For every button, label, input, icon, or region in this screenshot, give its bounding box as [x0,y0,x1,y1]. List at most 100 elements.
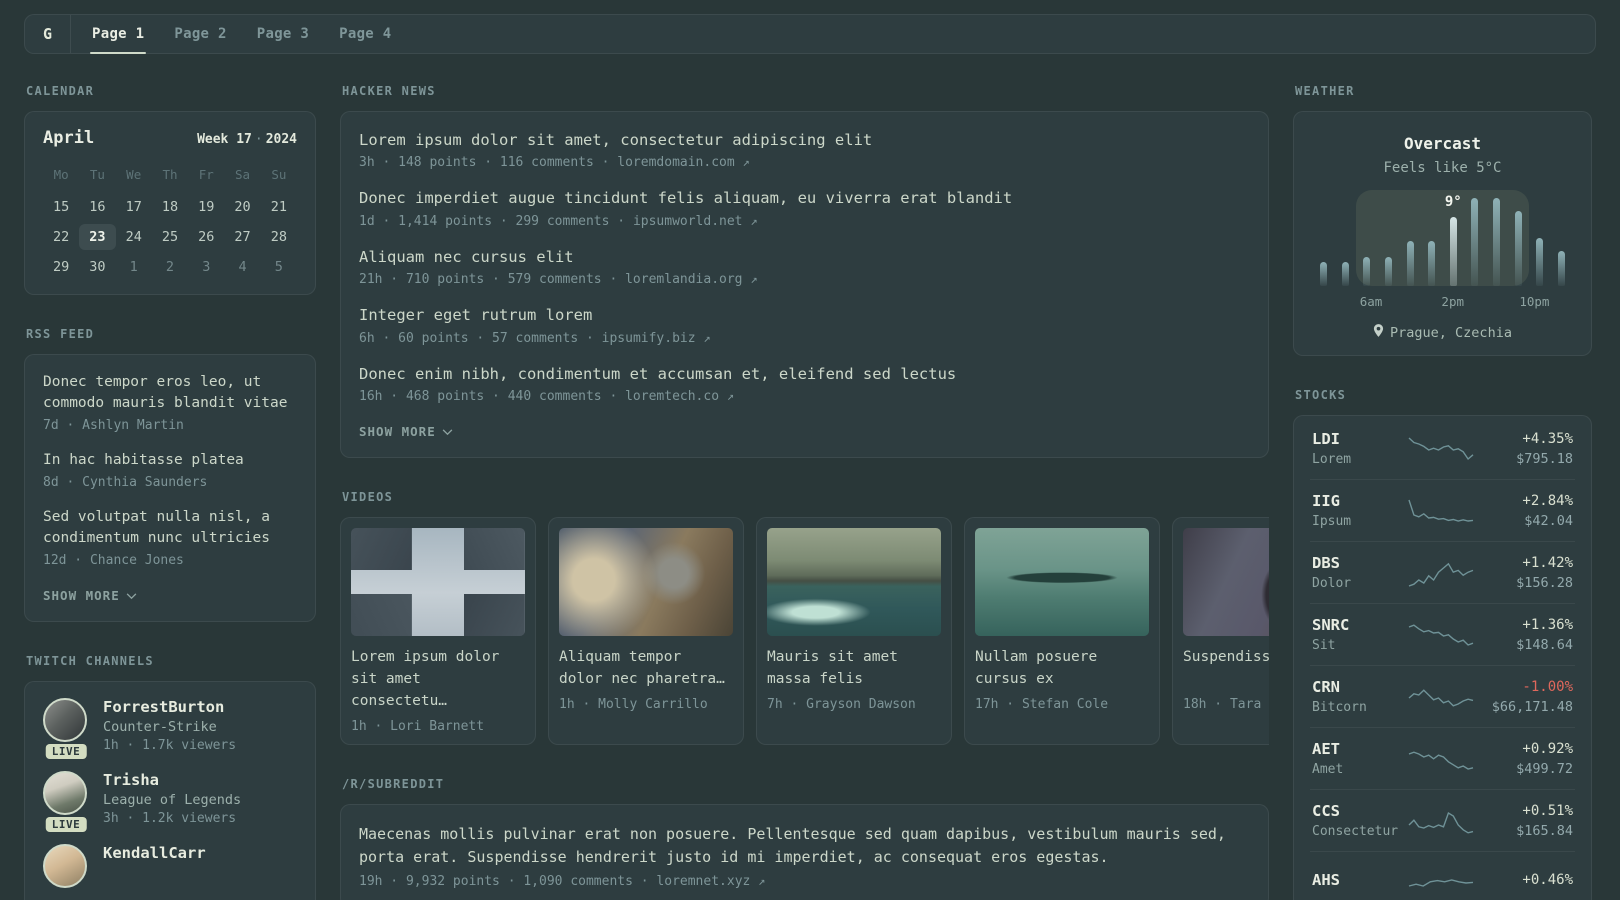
stock-row[interactable]: CRN Bitcorn -1.00% $66,171.48 [1310,665,1575,727]
hn-show-more-button[interactable]: SHOW MORE [359,424,453,439]
page-tabs: Page 1 Page 2 Page 3 Page 4 [77,15,407,54]
calendar-day: 5 [274,259,283,275]
channel-name[interactable]: ForrestBurton [103,698,236,716]
stock-row[interactable]: DBS Dolor +1.42% $156.28 [1310,541,1575,603]
stock-change: +4.35% [1522,430,1573,447]
calendar-widget: April Week 17 · 2024 Mo Tu We Th Fr Sa Su 15 16 17 1… [24,111,316,295]
video-thumbnail[interactable] [559,528,733,637]
stock-row[interactable]: AET Amet +0.92% $499.72 [1310,727,1575,789]
calendar-weekday: We [126,167,142,182]
stock-name: Ipsum [1312,514,1352,529]
calendar-day: 20 [234,199,251,215]
hn-item-title[interactable]: Donec enim nibh, condimentum et accumsan… [359,363,1250,385]
channel-name[interactable]: KendallCarr [103,844,206,862]
calendar-day: 15 [53,199,70,215]
app-logo[interactable]: G [25,15,71,53]
video-meta: 18h · Tara [1183,697,1262,713]
video-card: Aliquam tempor dolor nec pharetra… 1h · … [548,517,744,745]
twitch-channel-row[interactable]: LIVE ForrestBurton Counter-Strike 1h · 1… [43,698,297,760]
video-title[interactable]: Aliquam tempor dolor nec pharetra… [559,647,733,691]
rss-item-title[interactable]: Donec tempor eros leo, ut commodo mauris… [43,372,297,414]
hacker-news-section-title: HACKER NEWS [342,84,436,98]
video-thumbnail[interactable] [351,528,525,637]
calendar-grid: Mo Tu We Th Fr Sa Su 15 16 17 18 19 20 21 22 23 24 25 26 27… [43,162,297,280]
calendar-day: 28 [270,229,287,245]
calendar-weekday: Mo [53,167,69,182]
external-link-icon: ↗ [703,330,711,345]
calendar-day: 18 [161,199,179,215]
weather-bar [1320,190,1327,286]
stock-name: Bitcorn [1312,700,1367,715]
weather-time-label: 6am [1359,294,1383,309]
hn-item-title[interactable]: Aliquam nec cursus elit [359,246,1250,268]
rss-show-more-button[interactable]: SHOW MORE [43,588,137,603]
stock-row[interactable]: IIG Ipsum +2.84% $42.04 [1310,479,1575,541]
stock-price: $148.64 [1516,636,1573,653]
video-thumbnail[interactable] [767,528,941,637]
twitch-section: TWITCH CHANNELS LIVE ForrestBurton Count… [24,654,316,900]
hn-item-domain-link[interactable]: loremdomain.com ↗ [617,155,749,170]
stock-change: +0.92% [1522,740,1573,757]
videos-section: VIDEOS Lorem ipsum dolor sit amet consec… [340,490,1269,745]
chevron-down-icon [442,424,453,439]
calendar-day: 23 [79,224,116,250]
stock-row[interactable]: CCS Consectetur +0.51% $165.84 [1310,789,1575,851]
channel-avatar[interactable]: LIVE [43,698,89,760]
hn-item-domain-link[interactable]: loremlandia.org ↗ [625,272,757,287]
video-meta: 7h · Grayson Dawson [767,697,916,713]
hn-item-title[interactable]: Integer eget rutrum lorem [359,304,1250,326]
video-title[interactable]: Nullam posuere cursus ex [975,647,1149,691]
calendar-day: 17 [125,199,142,215]
tab-page-4[interactable]: Page 4 [324,15,406,53]
weather-time-labels: 6am 2pm 10pm [1320,294,1565,310]
subreddit-post-text[interactable]: Maecenas mollis pulvinar erat non posuer… [359,823,1250,870]
tab-page-1[interactable]: Page 1 [77,15,159,54]
hn-item: Lorem ipsum dolor sit amet, consectetur … [359,129,1250,170]
subreddit-section-title: /R/SUBREDDIT [342,776,445,791]
video-title[interactable]: Lorem ipsum dolor sit amet consectetu… [351,647,525,712]
hn-item-title[interactable]: Lorem ipsum dolor sit amet, consectetur … [359,129,1250,151]
calendar-weekday: Th [162,167,178,182]
twitch-channel-row[interactable]: LIVE Trisha League of Legends 3h · 1.2k … [43,771,297,833]
tab-page-2[interactable]: Page 2 [159,15,241,53]
stock-change: +1.36% [1522,616,1573,633]
hn-item-domain-link[interactable]: loremtech.co ↗ [625,389,734,404]
weather-bar [1514,190,1522,286]
stock-symbol: DBS [1312,554,1340,572]
channel-avatar[interactable] [43,844,89,889]
hn-item-domain-link[interactable]: ipsumworld.net ↗ [633,214,758,229]
stock-change: +0.51% [1522,802,1573,819]
calendar-week-label: Week 17 · 2024 [197,132,297,147]
weather-peak-temp: 9° [1444,194,1462,211]
stock-sparkline [1408,688,1474,707]
channel-name[interactable]: Trisha [103,771,241,789]
stock-price: $165.84 [1516,822,1573,839]
stock-row[interactable]: SNRC Sit +1.36% $148.64 [1310,603,1575,665]
subreddit-section: /R/SUBREDDIT Maecenas mollis pulvinar er… [340,777,1269,900]
weather-bar [1406,190,1414,286]
video-title[interactable]: Suspendisse diam [1183,647,1269,691]
hn-item-domain-link[interactable]: ipsumify.biz ↗ [602,331,711,346]
tab-page-3[interactable]: Page 3 [242,15,324,53]
subreddit-domain-link[interactable]: loremnet.xyz ↗ [656,874,765,889]
weather-bar [1493,190,1500,286]
chevron-down-icon [126,588,137,603]
stock-name: Lorem [1312,452,1352,467]
stock-change: +2.84% [1522,492,1573,509]
twitch-channel-row[interactable]: KendallCarr [43,844,297,889]
stock-row[interactable]: AHS +0.46% [1310,851,1575,900]
channel-meta: 3h · 1.2k viewers [103,811,237,827]
stock-sparkline [1408,623,1474,646]
video-meta: 1h · Molly Carrillo [559,697,708,713]
weather-feels-like: Feels like 5°C [1383,160,1502,176]
weather-bar [1536,190,1544,286]
channel-avatar[interactable]: LIVE [43,771,89,833]
video-thumbnail[interactable] [1183,528,1269,637]
video-thumbnail[interactable] [975,528,1149,637]
rss-item-title[interactable]: In hac habitasse platea [43,450,297,471]
video-title[interactable]: Mauris sit amet massa felis [767,647,941,691]
weather-widget: Overcast Feels like 5°C 9° 6am 2pm 10pm Pr… [1293,111,1592,356]
stock-row[interactable]: LDI Lorem +4.35% $795.18 [1310,418,1575,479]
hn-item-title[interactable]: Donec imperdiet augue tincidunt felis al… [359,187,1250,209]
rss-item-title[interactable]: Sed volutpat nulla nisl, a condimentum n… [43,507,297,549]
